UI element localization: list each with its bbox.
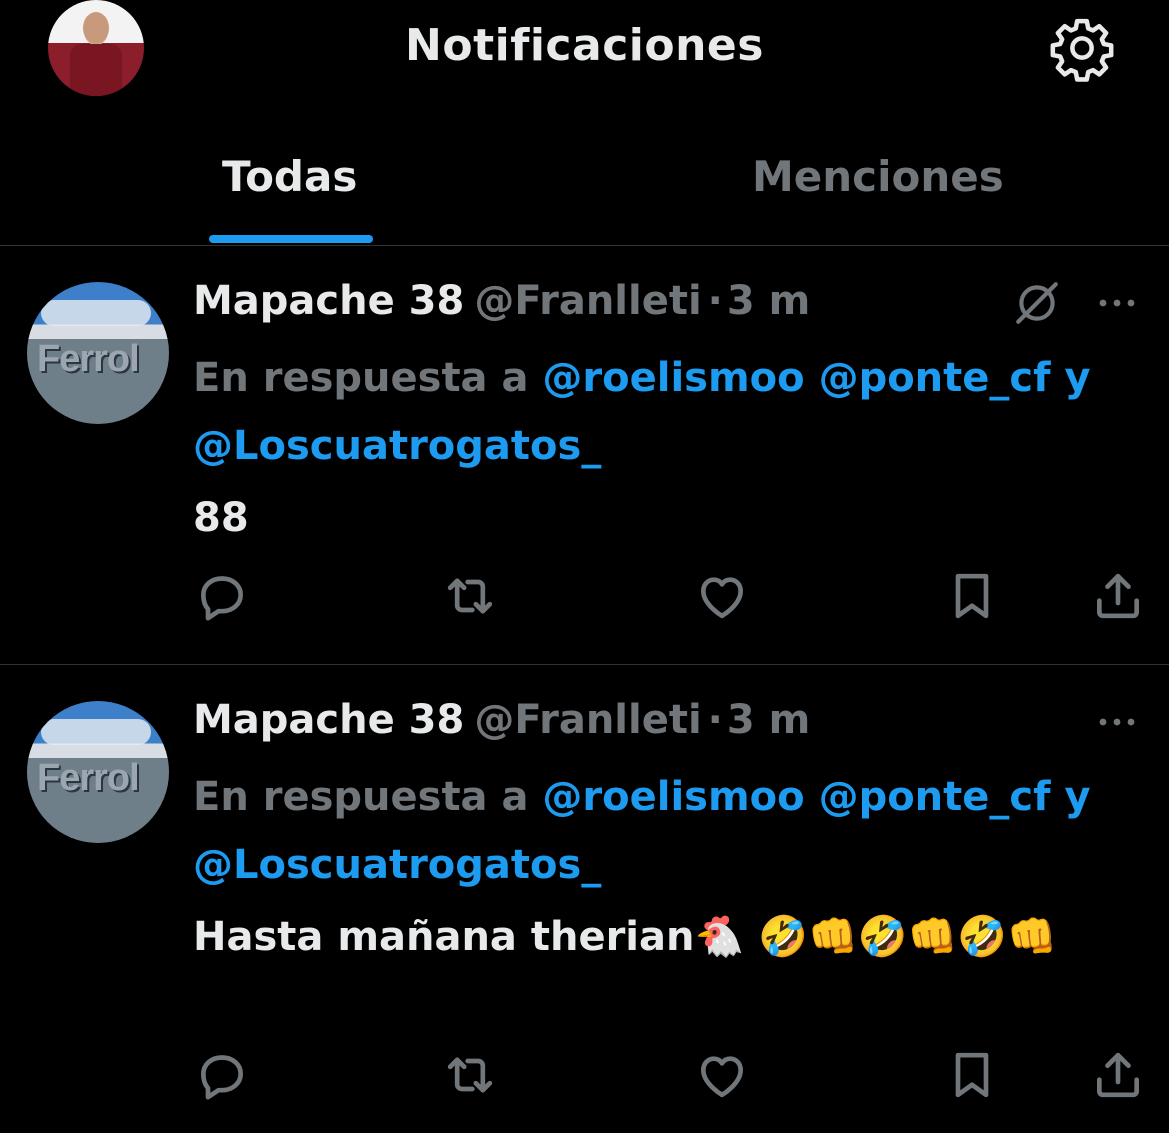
- mention-link[interactable]: @Loscuatrogatos_: [193, 842, 601, 888]
- author-name[interactable]: Mapache 38: [193, 278, 464, 324]
- gear-icon[interactable]: [1048, 14, 1116, 82]
- mention-joiner: y: [1050, 774, 1091, 820]
- author-handle[interactable]: @Franlleti: [474, 697, 701, 743]
- tweet-header: Mapache 38 @Franlleti · 3 m: [193, 278, 1143, 330]
- author-handle[interactable]: @Franlleti: [474, 278, 701, 324]
- separator-dot: ·: [707, 697, 723, 743]
- reply-context: En respuesta a @roelismoo @ponte_cf y @L…: [193, 763, 1123, 899]
- reply-context: En respuesta a @roelismoo @ponte_cf y @L…: [193, 344, 1123, 480]
- like-icon[interactable]: [694, 568, 750, 624]
- tweet[interactable]: Ferrol Mapache 38 @Franlleti · 3 m En respu…: [0, 246, 1169, 665]
- tweet-actions: [0, 568, 1169, 628]
- tweet-body: Mapache 38 @Franlleti · 3 m En respuesta a …: [193, 697, 1143, 967]
- tweet-body: Mapache 38 @Franlleti · 3 m En respuesta a …: [193, 278, 1143, 548]
- mention-joiner: y: [1050, 355, 1091, 401]
- like-icon[interactable]: [694, 1047, 750, 1103]
- tweet-actions: [0, 1047, 1169, 1107]
- bookmark-icon[interactable]: [944, 568, 1000, 624]
- share-icon[interactable]: [1090, 568, 1146, 624]
- more-options-icon[interactable]: [1094, 288, 1140, 318]
- bookmark-icon[interactable]: [944, 1047, 1000, 1103]
- retweet-icon[interactable]: [442, 568, 498, 624]
- tab-todas[interactable]: Todas: [222, 152, 357, 201]
- reply-prefix: En respuesta a: [193, 774, 543, 820]
- grok-icon[interactable]: [1012, 278, 1062, 328]
- reply-icon[interactable]: [194, 568, 250, 624]
- avatar-sign: Ferrol: [37, 338, 140, 380]
- notification-tabs: Todas Menciones: [0, 130, 1169, 246]
- share-icon[interactable]: [1090, 1047, 1146, 1103]
- tweet-text: 88: [193, 495, 249, 541]
- avatar-sky: [41, 719, 151, 745]
- avatar-sky: [41, 300, 151, 326]
- page-title: Notificaciones: [405, 20, 764, 71]
- tweet-time[interactable]: 3 m: [727, 697, 810, 743]
- reply-prefix: En respuesta a: [193, 355, 543, 401]
- tweet[interactable]: Ferrol Mapache 38 @Franlleti · 3 m En respu…: [0, 665, 1169, 1133]
- mention-link[interactable]: @roelismoo: [542, 774, 804, 820]
- mention-link[interactable]: @ponte_cf: [819, 355, 1051, 401]
- author-avatar[interactable]: Ferrol: [27, 701, 169, 843]
- active-tab-indicator: [209, 235, 373, 243]
- author-avatar[interactable]: Ferrol: [27, 282, 169, 424]
- mention-link[interactable]: @ponte_cf: [819, 774, 1051, 820]
- tweet-header: Mapache 38 @Franlleti · 3 m: [193, 697, 1143, 749]
- author-name[interactable]: Mapache 38: [193, 697, 464, 743]
- tweet-time[interactable]: 3 m: [727, 278, 810, 324]
- avatar-sign: Ferrol: [37, 757, 140, 799]
- tweet-text: Hasta mañana therian🐔 🤣👊🤣👊🤣👊: [193, 914, 1058, 960]
- retweet-icon[interactable]: [442, 1047, 498, 1103]
- more-options-icon[interactable]: [1094, 707, 1140, 737]
- tab-menciones[interactable]: Menciones: [752, 152, 1004, 201]
- reply-icon[interactable]: [194, 1047, 250, 1103]
- mention-link[interactable]: @Loscuatrogatos_: [193, 423, 601, 469]
- mention-link[interactable]: @roelismoo: [542, 355, 804, 401]
- separator-dot: ·: [707, 278, 723, 324]
- top-bar: Notificaciones: [0, 0, 1169, 96]
